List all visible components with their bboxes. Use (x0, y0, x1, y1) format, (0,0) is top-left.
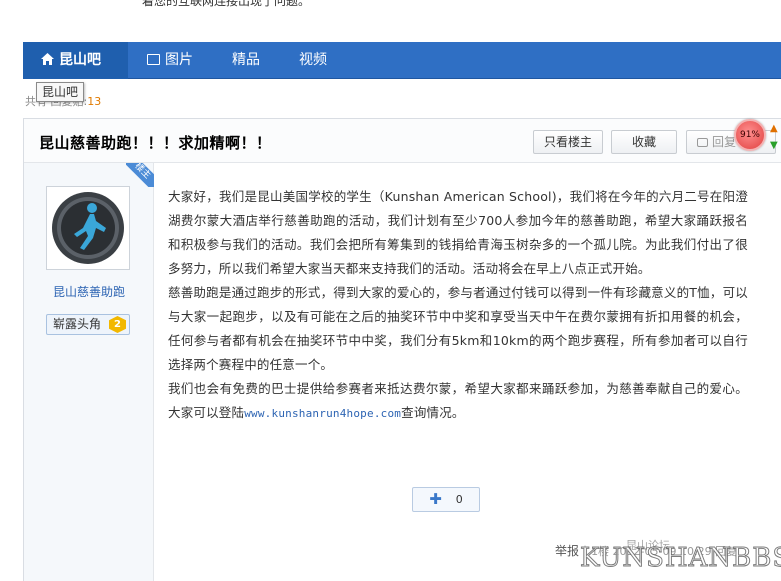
nav-tab-featured[interactable]: 精品 (232, 42, 260, 79)
picture-icon (147, 54, 160, 65)
owner-tag: 楼主 (126, 163, 154, 187)
like-count: 0 (455, 493, 463, 506)
level-badge[interactable]: 崭露头角 2 (46, 314, 130, 335)
post-paragraph: 我们也会有免费的巴士提供给参赛者来抵达费尔蒙，希望大家都来踊跃参加，为慈善奉献自… (168, 377, 748, 426)
nav-tab-pictures[interactable]: 图片 (147, 42, 193, 79)
arrow-down-icon: ▼ (770, 140, 778, 151)
owner-ribbon: 楼主 (126, 163, 154, 187)
post-paragraph: 慈善助跑是通过跑步的形式，得到大家的爱心的，参与者通过付钱可以得到一件有珍藏意义… (168, 285, 748, 372)
plus-icon: ✚ (429, 490, 442, 508)
like-button[interactable]: ✚ 0 (412, 487, 480, 512)
avatar-image (50, 190, 126, 266)
forum-navbar: 昆山吧 图片 精品 视频 (23, 42, 781, 79)
reply-icon (697, 138, 708, 147)
favorite-button[interactable]: 收藏 (611, 130, 677, 154)
post-title: 昆山慈善助跑！！！求加精啊！！ (39, 134, 272, 152)
only-owner-button[interactable]: 只看楼主 (533, 130, 603, 154)
tooltip: 昆山吧 (36, 82, 85, 102)
report-link[interactable]: 举报 (555, 544, 579, 558)
reply-button-label: 回复 (712, 135, 737, 149)
nav-tab-video[interactable]: 视频 (299, 42, 327, 79)
author-name[interactable]: 昆山慈善助跑 (24, 283, 154, 300)
footer-divider: | (583, 544, 588, 558)
level-title: 崭露头角 (53, 317, 102, 331)
network-error-note: 着您的互联网连接出现了问题。 (142, 0, 311, 8)
home-icon (41, 53, 54, 65)
post-header: 昆山慈善助跑！！！求加精啊！！ 只看楼主 收藏 回复 (24, 119, 781, 163)
post-content: 大家好，我们是昆山美国学校的学生（Kunshan American School… (168, 185, 748, 426)
post-card: 昆山慈善助跑！！！求加精啊！！ 只看楼主 收藏 回复 楼主 昆山慈善助跑 崭露头… (23, 118, 781, 581)
nav-tab-home[interactable]: 昆山吧 (23, 42, 128, 79)
post-paragraph: 大家好，我们是昆山美国学校的学生（Kunshan American School… (168, 189, 748, 276)
nav-tab-pictures-label: 图片 (165, 52, 193, 68)
stats-reply-count: 13 (87, 95, 102, 108)
post-footer: 举报 | 1楼 2012-05-09 10:29 回复 (555, 542, 737, 559)
paragraph-text: 查询情况。 (401, 405, 465, 420)
floor-meta: 1楼 2012-05-09 10:29 回复 (591, 545, 738, 558)
level-number: 2 (109, 316, 126, 333)
progress-indicator[interactable]: 91% (734, 119, 766, 151)
nav-tab-home-label: 昆山吧 (59, 52, 101, 68)
arrow-up-icon: ▲ (770, 123, 778, 134)
avatar[interactable] (46, 186, 130, 270)
website-link[interactable]: www.kunshanrun4hope.com (244, 407, 401, 420)
author-panel: 楼主 昆山慈善助跑 崭露头角 2 (24, 163, 154, 581)
